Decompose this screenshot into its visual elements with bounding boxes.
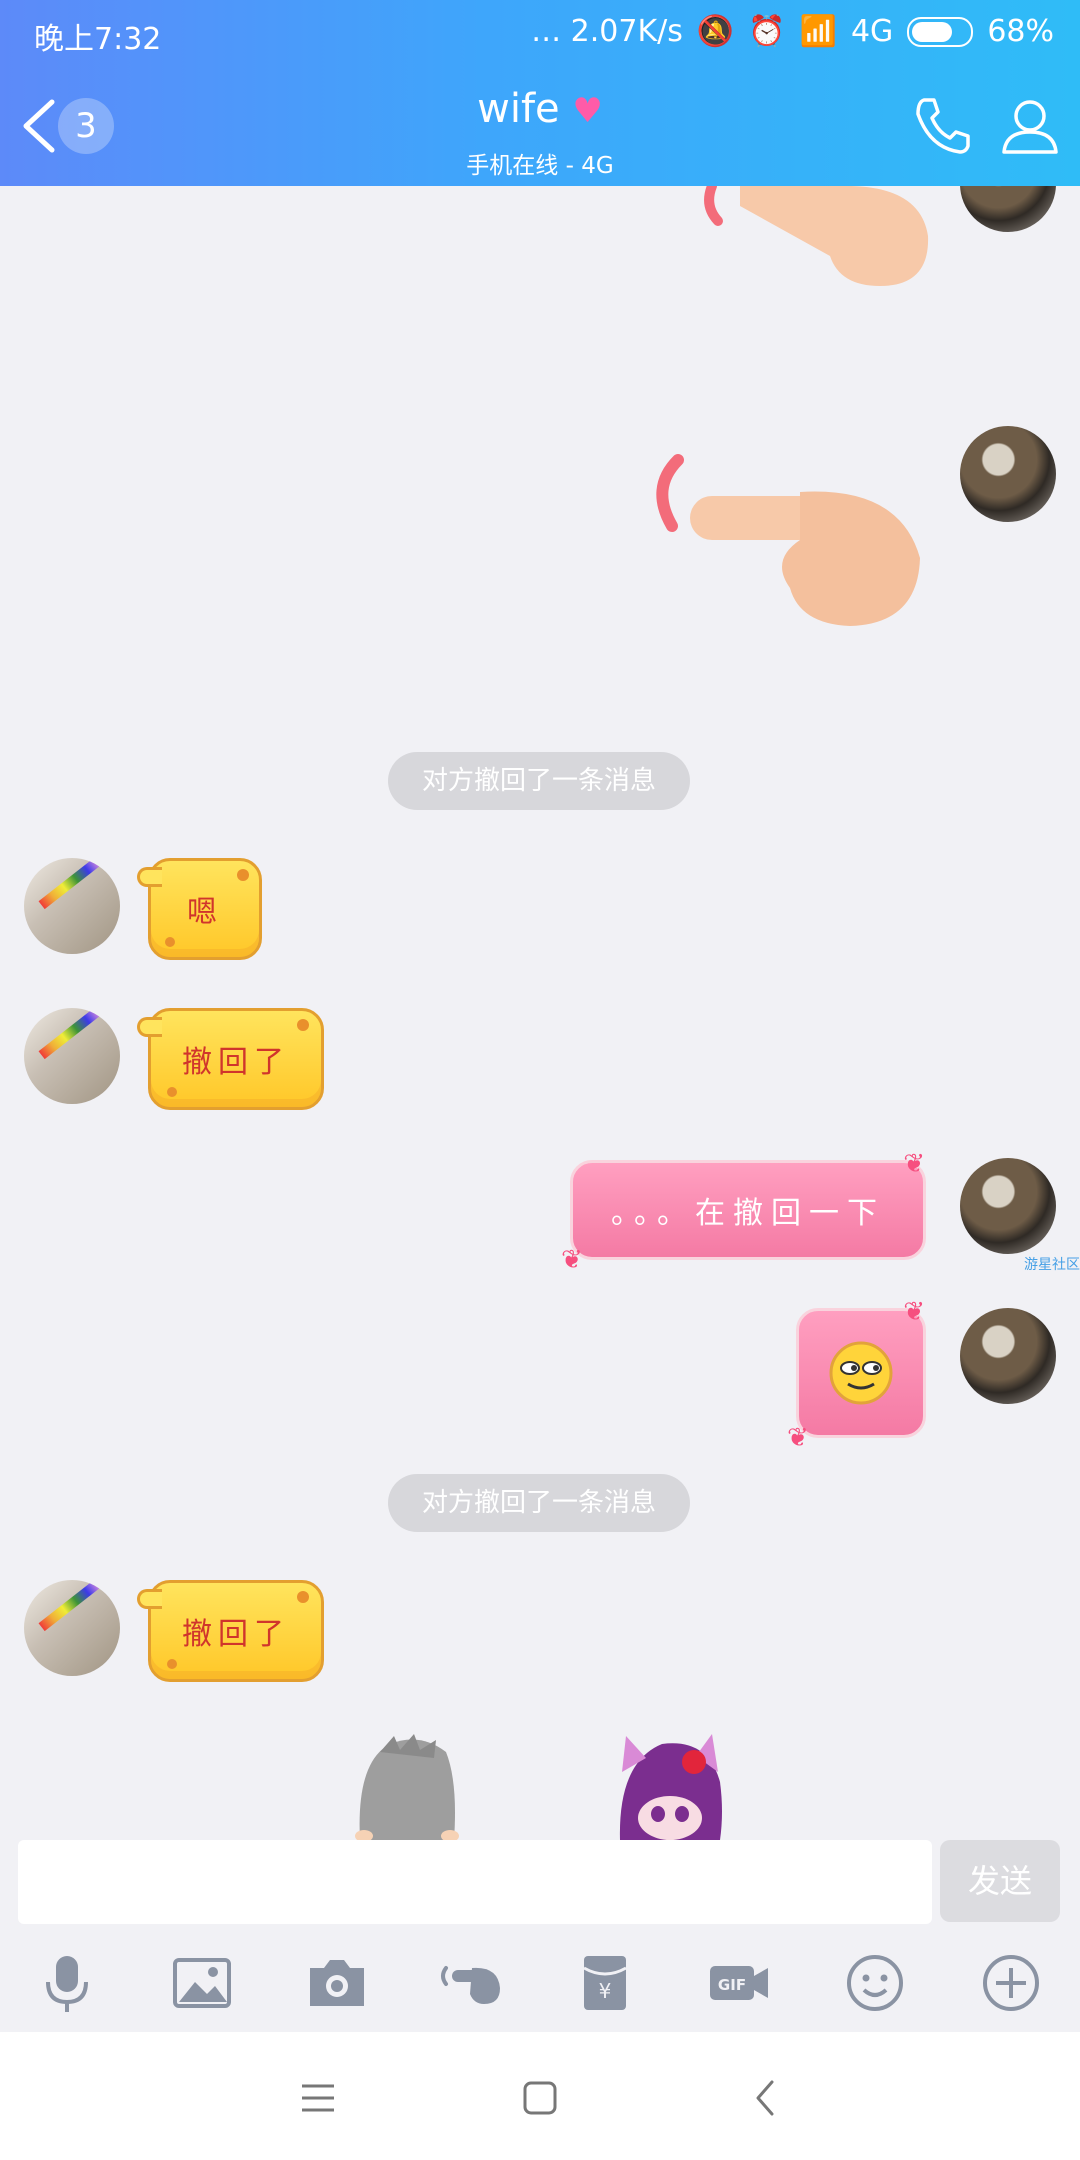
profile-icon[interactable] [998,94,1062,158]
avatar-self[interactable] [960,1158,1056,1254]
network-speed: … 2.07K/s [531,14,683,49]
chat-messages[interactable]: 对方撤回了一条消息 嗯 撤回了 游星社区 。。。在撤回一下 ❦ ❦ ❦ ❦ 对方… [0,186,1080,1840]
message-bubble[interactable]: ❦ ❦ [787,1297,926,1453]
message-text: 嗯 [187,895,223,930]
smirk-emoji-icon [829,1341,893,1405]
back-icon[interactable] [744,2076,788,2120]
message-text: 撤回了 [182,1617,290,1652]
poke-icon[interactable] [438,1950,504,2016]
status-time: 晚上7:32 [34,22,162,57]
avatar-contact[interactable] [24,1580,120,1676]
camera-icon[interactable] [304,1950,370,2016]
peeking-boy-sticker [355,1734,459,1840]
input-bar: 发送 ¥ GIF [0,1840,1080,2032]
phone-call-icon[interactable] [910,94,974,158]
more-plus-icon[interactable] [978,1950,1044,2016]
signal-icon: 📶 [799,14,837,49]
recall-notice: 对方撤回了一条消息 [388,752,690,810]
svg-text:¥: ¥ [599,1979,612,2003]
gif-video-icon[interactable]: GIF [706,1950,772,2016]
chat-header: 晚上7:32 … 2.07K/s 🔕 ⏰ 📶 4G 68% 3 wife ♥ 手… [0,0,1080,186]
poke-finger-icon [656,454,920,626]
battery-icon [907,16,974,47]
send-button[interactable]: 发送 [940,1840,1060,1922]
mute-icon: 🔕 [696,14,735,49]
message-text: 撤回了 [182,1045,290,1080]
svg-text:GIF: GIF [718,1976,746,1994]
message-bubble[interactable]: 撤回了 [137,1580,324,1682]
avatar-contact[interactable] [24,1008,120,1104]
avatar-self[interactable] [960,1308,1056,1404]
avatar-contact[interactable] [24,858,120,954]
image-icon[interactable] [169,1950,235,2016]
message-input[interactable] [18,1840,932,1924]
network-type: 4G [850,14,894,49]
status-right: … 2.07K/s 🔕 ⏰ 📶 4G 68% [531,14,1054,49]
message-bubble[interactable]: 。。。在撤回一下 ❦ ❦ [561,1149,926,1275]
red-packet-icon[interactable]: ¥ [572,1950,638,2016]
heart-lock-icon: ♥ [572,91,603,131]
avatar-self[interactable] [960,186,1056,232]
emoji-icon[interactable] [842,1950,908,2016]
avatar-self[interactable] [960,426,1056,522]
microphone-icon[interactable] [34,1950,100,2016]
message-text: 。。。在撤回一下 [611,1196,885,1231]
contact-name-text: wife [477,86,560,132]
home-icon[interactable] [518,2076,562,2120]
status-bar: 晚上7:32 … 2.07K/s 🔕 ⏰ 📶 4G 68% [0,0,1080,66]
recall-notice: 对方撤回了一条消息 [388,1474,690,1532]
alarm-icon: ⏰ [748,14,786,49]
watermark: 游星社区 [1024,1257,1080,1273]
peeking-girl-sticker [619,1734,722,1840]
message-bubble[interactable]: 撤回了 [137,1008,324,1110]
poke-finger-icon [704,186,929,286]
message-bubble[interactable]: 嗯 [137,858,262,960]
system-nav-bar [0,2032,1080,2160]
menu-icon[interactable] [296,2076,340,2120]
battery-level: 68% [987,14,1054,49]
